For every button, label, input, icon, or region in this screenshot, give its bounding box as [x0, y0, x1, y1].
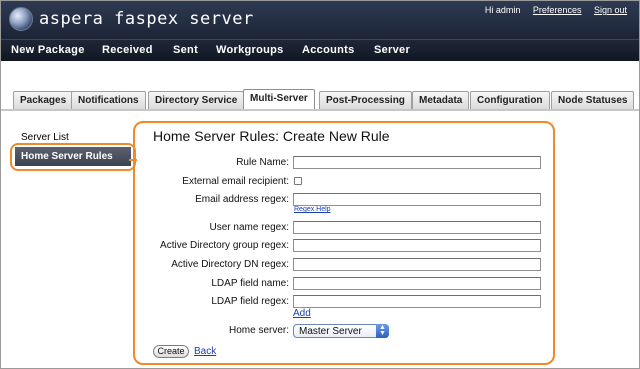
tab-multi-server[interactable]: Multi-Server: [243, 89, 315, 110]
sign-out-link[interactable]: Sign out: [594, 5, 627, 15]
aspera-globe-icon: [9, 7, 33, 31]
tab-divider: [1, 109, 639, 111]
nav-received[interactable]: Received: [102, 44, 153, 56]
rule-name-input[interactable]: [293, 156, 541, 169]
settings-tabs: Packages Notifications Directory Service…: [1, 89, 639, 111]
home-server-selected-value: Master Server: [299, 326, 362, 337]
email-regex-input[interactable]: [293, 193, 541, 206]
tab-notifications[interactable]: Notifications: [71, 91, 146, 110]
main-nav: New Package Received Sent Workgroups Acc…: [1, 39, 639, 61]
tab-post-processing[interactable]: Post-Processing: [319, 91, 412, 110]
home-server-select[interactable]: Master Server ▲ ▼: [293, 324, 389, 338]
preferences-link[interactable]: Preferences: [533, 5, 582, 15]
create-button[interactable]: Create: [153, 345, 189, 358]
external-email-checkbox[interactable]: [294, 177, 302, 185]
ldap-field-regex-label: LDAP field regex:: [211, 296, 289, 307]
top-header: aspera faspex server Hi admin Preference…: [1, 1, 639, 39]
nav-server[interactable]: Server: [374, 44, 410, 56]
highlight-sidebar-outline: [10, 143, 136, 171]
app-logo-text: aspera faspex server: [39, 9, 254, 29]
page-title: Home Server Rules: Create New Rule: [153, 128, 390, 144]
ldap-field-name-label: LDAP field name:: [211, 278, 289, 289]
sub-band: [1, 61, 639, 89]
tab-metadata[interactable]: Metadata: [412, 91, 470, 110]
add-link[interactable]: Add: [293, 308, 311, 319]
greeting-text: Hi admin: [484, 5, 521, 15]
tab-configuration[interactable]: Configuration: [470, 91, 550, 110]
tab-packages[interactable]: Packages: [13, 91, 74, 110]
nav-sent[interactable]: Sent: [173, 44, 198, 56]
user-regex-label: User name regex:: [209, 222, 289, 233]
external-email-label: External email recipient:: [182, 176, 289, 187]
regex-help-link[interactable]: Regex Help: [294, 206, 331, 213]
ad-dn-regex-input[interactable]: [293, 258, 541, 271]
ad-group-regex-label: Active Directory group regex:: [160, 240, 289, 251]
nav-workgroups[interactable]: Workgroups: [216, 44, 284, 56]
home-server-label: Home server:: [228, 325, 289, 336]
tab-node-statuses[interactable]: Node Statuses: [551, 91, 635, 110]
ldap-field-regex-input[interactable]: [293, 295, 541, 308]
ad-dn-regex-label: Active Directory DN regex:: [171, 259, 289, 270]
user-regex-input[interactable]: [293, 221, 541, 234]
nav-new-package[interactable]: New Package: [11, 44, 85, 56]
tab-directory-service[interactable]: Directory Service: [148, 91, 245, 110]
email-regex-label: Email address regex:: [195, 194, 289, 205]
rule-name-label: Rule Name:: [236, 157, 289, 168]
ldap-field-name-input[interactable]: [293, 277, 541, 290]
back-link[interactable]: Back: [194, 346, 216, 357]
select-arrows-icon: ▲ ▼: [376, 324, 389, 338]
user-links: Hi admin Preferences Sign out: [475, 5, 627, 15]
app-window: aspera faspex server Hi admin Preference…: [0, 0, 640, 369]
ad-group-regex-input[interactable]: [293, 239, 541, 252]
nav-accounts[interactable]: Accounts: [302, 44, 355, 56]
